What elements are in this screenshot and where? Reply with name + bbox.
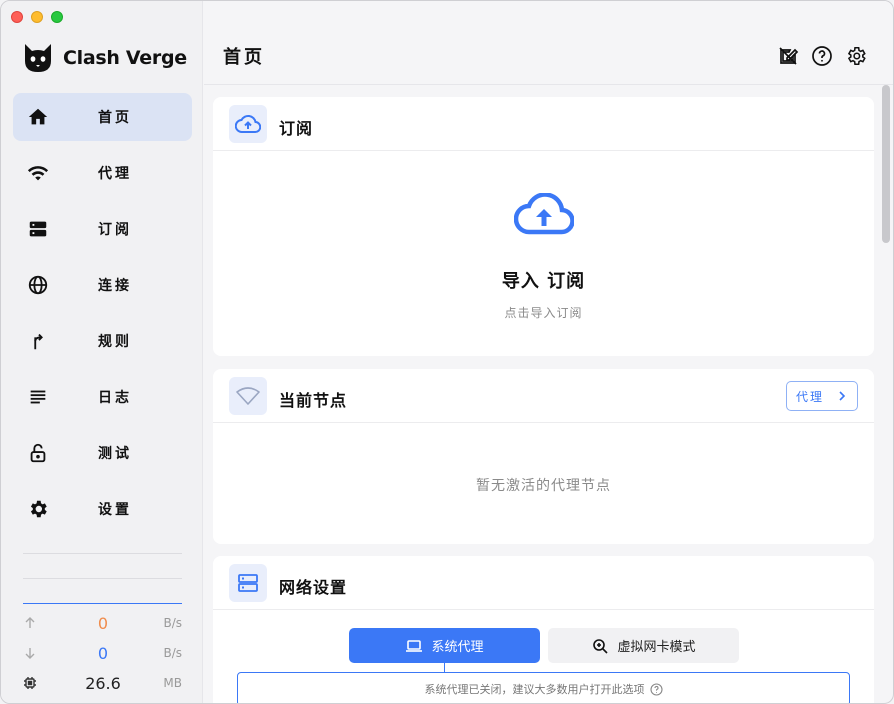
proxy-button-label: 代理 <box>796 389 825 404</box>
import-subtitle: 点击导入订阅 <box>504 306 583 320</box>
sidebar-item-connections[interactable]: 连接 <box>13 261 192 309</box>
page-header: 首页 <box>204 1 893 85</box>
sidebar-item-label: 首页 <box>98 110 132 126</box>
tab-tun-mode[interactable]: 虚拟网卡模式 <box>548 628 739 663</box>
cat-logo-icon <box>25 44 51 72</box>
card-title: 网络设置 <box>279 578 348 597</box>
sidebar-item-test[interactable]: 测试 <box>13 429 192 477</box>
memory-usage-row: 26.6 MB <box>23 673 182 693</box>
card-header: 订阅 <box>213 97 874 151</box>
arrow-up-icon <box>25 617 35 628</box>
card-icon-box <box>229 564 267 602</box>
sidebar-item-label: 日志 <box>98 390 132 406</box>
help-icon[interactable] <box>649 682 663 696</box>
main-content: 订阅 导入 订阅 点击导入订阅 当前节点 代理 暂无激活的代理节点 网络设置 系… <box>204 85 893 703</box>
card-title: 当前节点 <box>279 391 348 410</box>
wifi-outline-icon <box>236 387 260 405</box>
upload-speed-value: 0 <box>97 613 109 633</box>
main-scrollbar[interactable] <box>882 85 890 243</box>
import-subscription-zone[interactable]: 导入 订阅 点击导入订阅 <box>213 151 874 356</box>
wifi-icon <box>27 166 49 181</box>
page-title: 首页 <box>223 47 265 68</box>
divider <box>23 578 182 579</box>
fork-icon <box>34 333 43 350</box>
minimize-window-button[interactable] <box>31 11 43 23</box>
divider <box>23 553 182 554</box>
mode-description: 系统代理已关闭，建议大多数用户打开此选项 <box>237 672 850 703</box>
sidebar-item-settings[interactable]: 设置 <box>13 485 192 533</box>
card-header: 当前节点 代理 <box>213 369 874 423</box>
zoom-window-button[interactable] <box>51 11 63 23</box>
upload-speed-unit: B/s <box>163 616 182 630</box>
storage-icon <box>238 574 258 592</box>
sidebar-item-rules[interactable]: 规则 <box>13 317 192 365</box>
sidebar: Clash Verge 首页 代理 订阅 连接 规则 日志 测试 设置 0 B/… <box>1 1 203 703</box>
go-to-proxy-button[interactable]: 代理 <box>786 381 858 411</box>
close-window-button[interactable] <box>11 11 23 23</box>
traffic-graph-baseline <box>23 603 182 604</box>
sidebar-item-label: 测试 <box>98 446 132 462</box>
download-speed-unit: B/s <box>163 646 182 660</box>
download-speed-value: 0 <box>97 643 109 663</box>
sidebar-item-home[interactable]: 首页 <box>13 93 192 141</box>
sidebar-item-logs[interactable]: 日志 <box>13 373 192 421</box>
sidebar-item-proxy[interactable]: 代理 <box>13 149 192 197</box>
help-icon[interactable] <box>811 45 833 67</box>
chevron-right-icon <box>839 391 846 401</box>
sidebar-item-label: 订阅 <box>98 222 132 238</box>
empty-node-message: 暂无激活的代理节点 <box>476 478 611 494</box>
memory-chip-icon <box>24 677 36 689</box>
tab-system-proxy[interactable]: 系统代理 <box>349 628 540 663</box>
window-controls <box>11 11 63 23</box>
app-name: Clash Verge <box>63 47 187 69</box>
brand: Clash Verge <box>21 41 187 75</box>
current-node-card: 当前节点 代理 暂无激活的代理节点 <box>213 369 874 544</box>
gear-icon <box>30 500 47 518</box>
card-header: 网络设置 <box>213 556 874 610</box>
app-window: Clash Verge 首页 代理 订阅 连接 规则 日志 测试 设置 0 B/… <box>0 0 894 704</box>
sidebar-item-label: 代理 <box>98 166 132 182</box>
mode-description-text: 系统代理已关闭，建议大多数用户打开此选项 <box>424 683 645 696</box>
list-icon <box>30 390 46 404</box>
sidebar-item-label: 连接 <box>98 278 132 294</box>
tab-label: 虚拟网卡模式 <box>617 640 696 655</box>
card-icon-box <box>229 105 267 143</box>
memory-usage-unit: MB <box>163 676 182 690</box>
cloud-upload-icon <box>514 193 574 235</box>
card-title: 订阅 <box>279 119 314 138</box>
cloud-upload-icon <box>235 114 261 133</box>
tab-label: 系统代理 <box>431 640 484 655</box>
sidebar-item-label: 设置 <box>98 502 132 518</box>
card-icon-box <box>229 377 267 415</box>
sidebar-item-label: 规则 <box>98 334 132 350</box>
download-speed-row: 0 B/s <box>23 643 182 663</box>
sidebar-nav: 首页 代理 订阅 连接 规则 日志 测试 设置 <box>13 93 192 541</box>
storage-icon <box>29 221 47 237</box>
memory-usage-value: 26.6 <box>85 673 121 693</box>
sidebar-item-profiles[interactable]: 订阅 <box>13 205 192 253</box>
proxy-mode-tabs: 系统代理 虚拟网卡模式 <box>349 628 739 663</box>
header-actions <box>777 45 867 67</box>
laptop-icon <box>406 639 423 652</box>
network-settings-card: 网络设置 系统代理 虚拟网卡模式 系统代理已关闭，建议大多数用户打开此选项 <box>213 556 874 703</box>
globe-icon <box>28 275 48 295</box>
home-icon <box>28 108 48 125</box>
subscription-card: 订阅 导入 订阅 点击导入订阅 <box>213 97 874 356</box>
lock-open-icon <box>30 443 46 463</box>
arrow-down-icon <box>25 648 35 659</box>
edit-layout-icon[interactable] <box>777 45 799 67</box>
network-search-icon <box>593 638 609 654</box>
import-title: 导入 订阅 <box>501 271 586 292</box>
gear-icon[interactable] <box>845 45 867 67</box>
upload-speed-row: 0 B/s <box>23 613 182 633</box>
